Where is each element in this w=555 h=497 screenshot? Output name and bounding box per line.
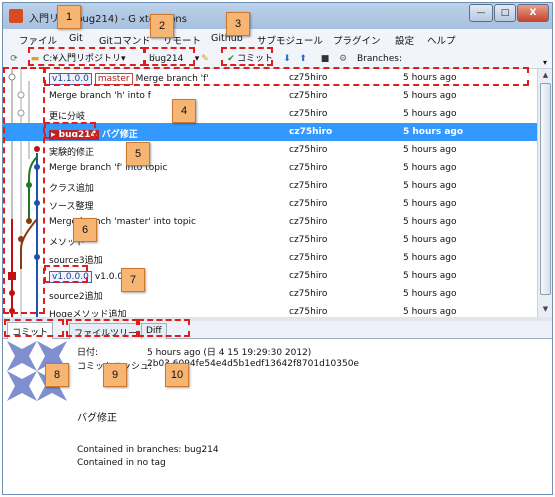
scroll-thumb[interactable] xyxy=(540,83,551,295)
annotation-box-commit-row xyxy=(44,67,529,86)
commit-author: cz75hiro xyxy=(289,217,328,227)
annotation-box-current-branch xyxy=(44,122,96,139)
commit-message: Hogeメソッド追加 xyxy=(49,310,127,317)
commit-message: 更に分岐 xyxy=(49,112,86,122)
commit-row[interactable]: Merge branch 'h' into f cz75hiro 5 hours… xyxy=(3,87,537,105)
annotation-box-tab-diff xyxy=(138,319,190,337)
annotation-box-commit xyxy=(221,47,273,66)
commit-row[interactable]: ソース整理 cz75hiro 5 hours ago xyxy=(3,195,537,213)
commit-author: cz75hiro xyxy=(289,145,328,155)
callout-2: 2 xyxy=(150,14,174,38)
date-label: 日付: xyxy=(77,348,99,358)
commit-message: クラス追加 xyxy=(49,184,94,194)
annotation-box-tab-file-tree xyxy=(66,319,138,337)
commit-row[interactable]: クラス追加 cz75hiro 5 hours ago xyxy=(3,177,537,195)
toolbar-overflow-icon[interactable]: ▾ xyxy=(539,57,551,69)
annotation-box-repository xyxy=(28,47,146,66)
title-bar: 入門リポ (bug214) - G xtensions — □ X xyxy=(3,3,552,29)
menu-git[interactable]: Git xyxy=(69,33,83,44)
commit-message: バグ修正 xyxy=(101,130,138,140)
console-icon[interactable]: ■ xyxy=(319,53,331,65)
annotation-box-branch xyxy=(143,47,195,66)
commit-date: 5 hours ago xyxy=(403,307,457,317)
commit-author: cz75hiro xyxy=(289,127,333,137)
refresh-icon[interactable]: ⟳ xyxy=(8,53,20,65)
commit-message: 実験的修正 xyxy=(49,148,95,158)
commit-author: cz75hiro xyxy=(289,181,328,191)
contained-branches: Contained in branches: bug214 xyxy=(77,445,219,455)
commit-message: ソース整理 xyxy=(49,202,94,212)
callout-1: 1 xyxy=(57,5,81,29)
commit-date: 5 hours ago xyxy=(403,289,457,299)
commit-date: 5 hours ago xyxy=(403,181,457,191)
commit-row[interactable]: Hogeメソッド追加 cz75hiro 5 hours ago xyxy=(3,303,537,317)
callout-5: 5 xyxy=(126,142,150,166)
commit-message: Merge branch 'f' into topic xyxy=(49,163,168,173)
push-icon[interactable]: ⬆ xyxy=(297,53,309,65)
menu-bar: ファイル Git Gitコマンド リモート Github サブモジュール プラグ… xyxy=(3,29,552,49)
commit-date: 5 hours ago xyxy=(403,199,457,209)
callout-9: 9 xyxy=(103,363,127,387)
annotation-box-graph xyxy=(3,67,45,314)
commit-date: 5 hours ago xyxy=(403,91,457,101)
callout-4: 4 xyxy=(172,99,196,123)
commit-author: cz75hiro xyxy=(289,163,328,173)
minimize-button[interactable]: — xyxy=(469,4,493,22)
maximize-button[interactable]: □ xyxy=(494,4,516,22)
commit-date: 5 hours ago xyxy=(403,145,457,155)
commit-author: cz75hiro xyxy=(289,91,328,101)
scroll-up-icon[interactable]: ▲ xyxy=(540,70,551,81)
annotation-box-tag xyxy=(44,265,88,283)
callout-10: 10 xyxy=(165,363,189,387)
commit-row[interactable]: 更に分岐 cz75hiro 5 hours ago xyxy=(3,105,537,123)
menu-submodule[interactable]: サブモジュール xyxy=(257,33,323,47)
callout-6: 6 xyxy=(73,218,97,242)
commit-author: cz75hiro xyxy=(289,271,328,281)
commit-message-body: バグ修正 xyxy=(77,413,117,424)
menu-git-commands[interactable]: Gitコマンド xyxy=(99,33,151,47)
app-icon xyxy=(9,9,23,23)
commit-message: source2追加 xyxy=(49,292,103,302)
commit-author: cz75hiro xyxy=(289,109,328,119)
commit-date: 5 hours ago xyxy=(403,235,457,245)
commit-date: 5 hours ago xyxy=(403,217,457,227)
commit-date: 5 hours ago xyxy=(403,127,464,137)
callout-7: 7 xyxy=(121,268,145,292)
menu-plugins[interactable]: プラグイン xyxy=(333,33,381,47)
commit-author: cz75hiro xyxy=(289,289,328,299)
close-button[interactable]: X xyxy=(517,4,549,22)
commit-row[interactable]: 実験的修正 cz75hiro 5 hours ago xyxy=(3,141,537,159)
commit-date: 5 hours ago xyxy=(403,271,457,281)
menu-file[interactable]: ファイル xyxy=(19,33,57,47)
scroll-down-icon[interactable]: ▼ xyxy=(540,304,551,315)
graph-scrollbar[interactable]: ▲ ▼ xyxy=(537,69,552,317)
commit-author: cz75hiro xyxy=(289,307,328,317)
commit-message: Merge branch 'h' into f xyxy=(49,91,151,101)
menu-help[interactable]: ヘルプ xyxy=(427,33,456,47)
menu-settings[interactable]: 設定 xyxy=(395,33,414,47)
callout-3: 3 xyxy=(226,12,250,36)
commit-author: cz75hiro xyxy=(289,199,328,209)
date-value: 5 hours ago (日 4 15 19:29:30 2012) xyxy=(147,348,312,358)
pull-icon[interactable]: ⬇ xyxy=(281,53,293,65)
contained-tags: Contained in no tag xyxy=(77,458,166,468)
branches-filter-label: Branches: xyxy=(357,54,403,64)
commit-detail-panel: 日付: 5 hours ago (日 4 15 19:29:30 2012) コ… xyxy=(3,339,552,494)
stash-icon[interactable]: ✎ xyxy=(199,53,211,65)
commit-date: 5 hours ago xyxy=(403,163,457,173)
commit-author: cz75hiro xyxy=(289,253,328,263)
callout-8: 8 xyxy=(45,363,69,387)
commit-date: 5 hours ago xyxy=(403,253,457,263)
annotation-box-tab-commit xyxy=(4,319,64,337)
commit-row[interactable]: Merge branch 'f' into topic cz75hiro 5 h… xyxy=(3,159,537,177)
settings-icon[interactable]: ⚙ xyxy=(337,53,349,65)
commit-row[interactable]: source2追加 cz75hiro 5 hours ago xyxy=(3,285,537,303)
commit-author: cz75hiro xyxy=(289,235,328,245)
commit-date: 5 hours ago xyxy=(403,109,457,119)
